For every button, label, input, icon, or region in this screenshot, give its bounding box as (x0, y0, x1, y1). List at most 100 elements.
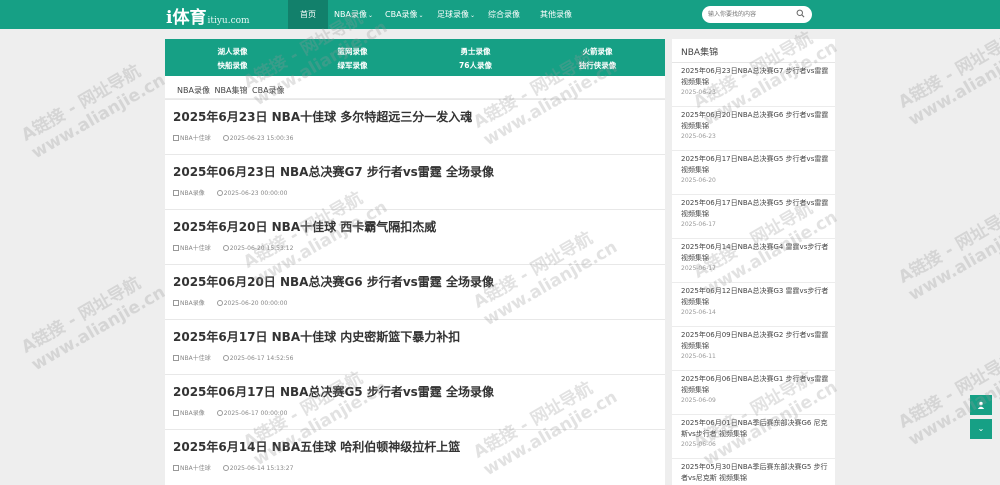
site-logo[interactable]: i体育itiyu.com (166, 3, 250, 28)
post-date: 2025-06-23 00:00:00 (223, 190, 288, 197)
category-rockets[interactable]: 火箭录像 (535, 46, 660, 57)
sidebar-item: 2025年06月09日NBA总决赛G2 步行者vs雷霆 视频集锦 2025-06… (672, 327, 835, 371)
post-title[interactable]: 2025年06月17日 NBA总决赛G5 步行者vs雷霆 全场录像 (173, 383, 494, 400)
post-category[interactable]: NBA十佳球 (180, 245, 211, 252)
category-warriors[interactable]: 勇士录像 (413, 46, 538, 57)
post-title[interactable]: 2025年6月20日 NBA十佳球 西卡霸气隔扣杰威 (173, 218, 436, 235)
main-content: 湖人录像 篮网录像 勇士录像 火箭录像 快船录像 绿军录像 76人录像 独行侠录… (165, 39, 665, 485)
sidebar-nba-highlights: NBA集锦 2025年06月23日NBA总决赛G7 步行者vs雷霆 视频集锦 2… (672, 39, 835, 485)
breadcrumb-link[interactable]: CBA录像 (252, 86, 285, 95)
sidebar-item: 2025年06月06日NBA总决赛G1 步行者vs雷霆 视频集锦 2025-06… (672, 371, 835, 415)
watermark: A链接 - 网址导航 www.alianjie.cn (18, 61, 169, 164)
post-item: 2025年6月23日 NBA十佳球 多尔特超远三分一发入魂 NBA十佳球 2025… (165, 99, 665, 154)
category-grid: 湖人录像 篮网录像 勇士录像 火箭录像 快船录像 绿军录像 76人录像 独行侠录… (165, 39, 665, 76)
sidebar-item-date: 2025-06-23 (681, 133, 716, 140)
post-date: 2025-06-17 00:00:00 (223, 410, 288, 417)
folder-icon (173, 465, 179, 471)
nav-item-football[interactable]: 足球录像⌄ (437, 0, 475, 29)
user-icon (977, 401, 985, 409)
chevron-down-icon: ⌄ (977, 424, 985, 433)
post-category[interactable]: NBA录像 (180, 410, 205, 417)
watermark: A链接 - 网址导航 www.alianjie.cn (18, 273, 169, 376)
nav-item-cba[interactable]: CBA录像⌄ (385, 0, 424, 29)
top-navbar: i体育itiyu.com 首页 NBA录像⌄ CBA录像⌄ 足球录像⌄ 综合录像… (0, 0, 1000, 29)
sidebar-item-title[interactable]: 2025年06月01日NBA季后赛东部决赛G6 尼克斯vs步行者 视频集锦 (681, 418, 829, 440)
sidebar-item-date: 2025-06-11 (681, 353, 716, 360)
category-mavericks[interactable]: 独行侠录像 (535, 60, 660, 71)
sidebar-item: 2025年06月20日NBA总决赛G6 步行者vs雷霆 视频集锦 2025-06… (672, 107, 835, 151)
sidebar-item-title[interactable]: 2025年05月30日NBA季后赛东部决赛G5 步行者vs尼克斯 视频集锦 (681, 462, 829, 484)
post-title[interactable]: 2025年06月23日 NBA总决赛G7 步行者vs雷霆 全场录像 (173, 163, 494, 180)
clock-icon (216, 190, 223, 196)
post-meta: NBA录像 2025-06-20 00:00:00 (173, 298, 287, 307)
sidebar-item-date: 2025-06-09 (681, 397, 716, 404)
sidebar-item-date: 2025-06-20 (681, 177, 716, 184)
post-title[interactable]: 2025年6月14日 NBA五佳球 哈利伯顿神级拉杆上篮 (173, 438, 460, 455)
post-meta: NBA十佳球 2025-06-17 14:52:56 (173, 353, 293, 362)
post-date: 2025-06-20 00:00:00 (223, 300, 288, 307)
post-category[interactable]: NBA录像 (180, 190, 205, 197)
sidebar-item-date: 2025-06-14 (681, 309, 716, 316)
sidebar-item: 2025年05月30日NBA季后赛东部决赛G5 步行者vs尼克斯 视频集锦 20… (672, 459, 835, 485)
post-meta: NBA录像 2025-06-17 00:00:00 (173, 408, 287, 417)
post-meta: NBA录像 2025-06-23 00:00:00 (173, 188, 287, 197)
post-item: 2025年06月23日 NBA总决赛G7 步行者vs雷霆 全场录像 NBA录像 2… (165, 154, 665, 209)
clock-icon (216, 410, 223, 416)
category-76ers[interactable]: 76人录像 (413, 60, 538, 71)
breadcrumb-link[interactable]: NBA集锦 (215, 86, 248, 95)
post-title[interactable]: 2025年06月20日 NBA总决赛G6 步行者vs雷霆 全场录像 (173, 273, 494, 290)
post-date: 2025-06-14 15:13:27 (229, 465, 294, 472)
sidebar-item-date: 2025-06-06 (681, 441, 716, 448)
nav-item-home[interactable]: 首页 (288, 0, 328, 29)
breadcrumb: NBA录像 NBA集锦 CBA录像 (177, 85, 287, 96)
post-meta: NBA十佳球 2025-06-14 15:13:27 (173, 463, 293, 472)
clock-icon (216, 300, 223, 306)
scroll-down-button[interactable]: ⌄ (970, 419, 992, 439)
folder-icon (173, 190, 179, 196)
post-title[interactable]: 2025年6月23日 NBA十佳球 多尔特超远三分一发入魂 (173, 108, 472, 125)
category-lakers[interactable]: 湖人录像 (170, 46, 295, 57)
post-category[interactable]: NBA十佳球 (180, 135, 211, 142)
nav-item-nba[interactable]: NBA录像⌄ (334, 0, 373, 29)
search-input[interactable] (708, 9, 793, 20)
sidebar-item-title[interactable]: 2025年06月17日NBA总决赛G5 步行者vs雷霆 视频集锦 (681, 198, 829, 220)
post-date: 2025-06-23 15:00:36 (229, 135, 294, 142)
sidebar-item-title[interactable]: 2025年06月12日NBA总决赛G3 雷霆vs步行者 视频集锦 (681, 286, 829, 308)
post-meta: NBA十佳球 2025-06-20 15:53:12 (173, 243, 293, 252)
category-clippers[interactable]: 快船录像 (170, 60, 295, 71)
post-item: 2025年6月17日 NBA十佳球 内史密斯篮下暴力补扣 NBA十佳球 2025-… (165, 319, 665, 374)
sidebar-item-date: 2025-06-17 (681, 265, 716, 272)
sidebar-item: 2025年06月14日NBA总决赛G4 雷霆vs步行者 视频集锦 2025-06… (672, 239, 835, 283)
sidebar-item-title[interactable]: 2025年06月20日NBA总决赛G6 步行者vs雷霆 视频集锦 (681, 110, 829, 132)
sidebar-item: 2025年06月17日NBA总决赛G5 步行者vs雷霆 视频集锦 2025-06… (672, 195, 835, 239)
sidebar-item-title[interactable]: 2025年06月14日NBA总决赛G4 雷霆vs步行者 视频集锦 (681, 242, 829, 264)
sidebar-item-title[interactable]: 2025年06月23日NBA总决赛G7 步行者vs雷霆 视频集锦 (681, 66, 829, 88)
folder-icon (173, 300, 179, 306)
logo-text: i体育 (166, 8, 207, 28)
nav-item-general[interactable]: 综合录像 (488, 0, 520, 29)
sidebar-item-title[interactable]: 2025年06月06日NBA总决赛G1 步行者vs雷霆 视频集锦 (681, 374, 829, 396)
post-date: 2025-06-20 15:53:12 (229, 245, 294, 252)
sidebar-item: 2025年06月17日NBA总决赛G5 步行者vs雷霆 视频集锦 2025-06… (672, 151, 835, 195)
folder-icon (173, 410, 179, 416)
sidebar-item-title[interactable]: 2025年06月17日NBA总决赛G5 步行者vs雷霆 视频集锦 (681, 154, 829, 176)
post-item: 2025年6月20日 NBA十佳球 西卡霸气隔扣杰威 NBA十佳球 2025-06… (165, 209, 665, 264)
sidebar-item-title[interactable]: 2025年06月09日NBA总决赛G2 步行者vs雷霆 视频集锦 (681, 330, 829, 352)
post-category[interactable]: NBA十佳球 (180, 355, 211, 362)
feedback-button[interactable] (970, 395, 992, 415)
folder-icon (173, 245, 179, 251)
post-title[interactable]: 2025年6月17日 NBA十佳球 内史密斯篮下暴力补扣 (173, 328, 460, 345)
category-celtics[interactable]: 绿军录像 (290, 60, 415, 71)
sidebar-item: 2025年06月12日NBA总决赛G3 雷霆vs步行者 视频集锦 2025-06… (672, 283, 835, 327)
nav-item-other[interactable]: 其他录像 (540, 0, 572, 29)
sidebar-item: 2025年06月23日NBA总决赛G7 步行者vs雷霆 视频集锦 2025-06… (672, 63, 835, 107)
chevron-down-icon: ⌄ (470, 12, 476, 19)
search-icon[interactable] (796, 9, 805, 18)
sidebar-item: 2025年06月01日NBA季后赛东部决赛G6 尼克斯vs步行者 视频集锦 20… (672, 415, 835, 459)
breadcrumb-link[interactable]: NBA录像 (177, 86, 210, 95)
sidebar-item-date: 2025-06-23 (681, 89, 716, 96)
post-category[interactable]: NBA录像 (180, 300, 205, 307)
category-nets[interactable]: 篮网录像 (290, 46, 415, 57)
post-meta: NBA十佳球 2025-06-23 15:00:36 (173, 133, 293, 142)
post-category[interactable]: NBA十佳球 (180, 465, 211, 472)
